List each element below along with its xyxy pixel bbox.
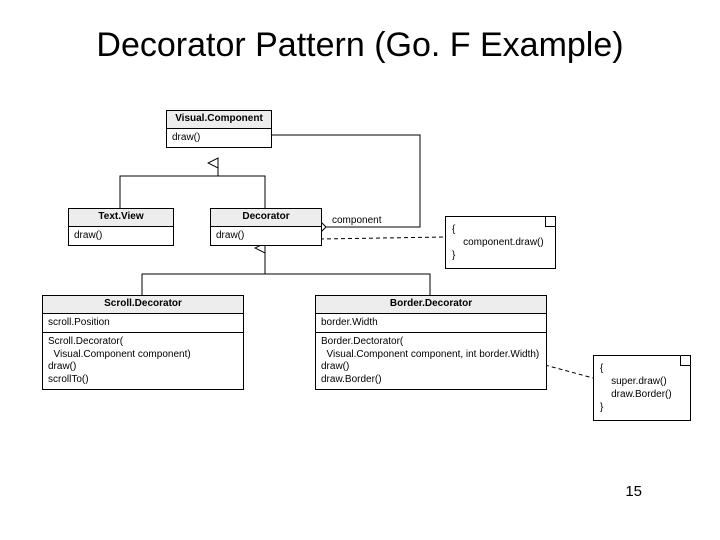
class-scroll-decorator: Scroll.Decorator scroll.Position Scroll.… <box>42 295 244 390</box>
slide: Decorator Pattern (Go. F Example) <box>0 0 720 540</box>
class-decorator: Decorator draw() <box>210 208 322 246</box>
class-name: Text.View <box>69 209 173 227</box>
note-decorator-draw: { component.draw() } <box>445 216 556 269</box>
note-border-draw: { super.draw() draw.Border() } <box>593 355 691 421</box>
class-ops: draw() <box>69 227 173 246</box>
class-name: Border.Decorator <box>316 296 546 314</box>
class-name: Visual.Component <box>167 111 271 129</box>
page-title: Decorator Pattern (Go. F Example) <box>0 26 720 65</box>
page-number: 15 <box>625 483 642 500</box>
class-ops: Scroll.Decorator( Visual.Component compo… <box>43 333 243 389</box>
class-text-view: Text.View draw() <box>68 208 174 246</box>
class-name: Scroll.Decorator <box>43 296 243 314</box>
class-attrs: border.Width <box>316 314 546 334</box>
class-attrs: scroll.Position <box>43 314 243 334</box>
class-border-decorator: Border.Decorator border.Width Border.Dec… <box>315 295 547 390</box>
assoc-role-component: component <box>332 215 381 226</box>
uml-connectors <box>0 0 720 540</box>
class-ops: Border.Dectorator( Visual.Component comp… <box>316 333 546 389</box>
class-name: Decorator <box>211 209 321 227</box>
class-visual-component: Visual.Component draw() <box>166 110 272 148</box>
class-ops: draw() <box>211 227 321 246</box>
class-ops: draw() <box>167 129 271 148</box>
